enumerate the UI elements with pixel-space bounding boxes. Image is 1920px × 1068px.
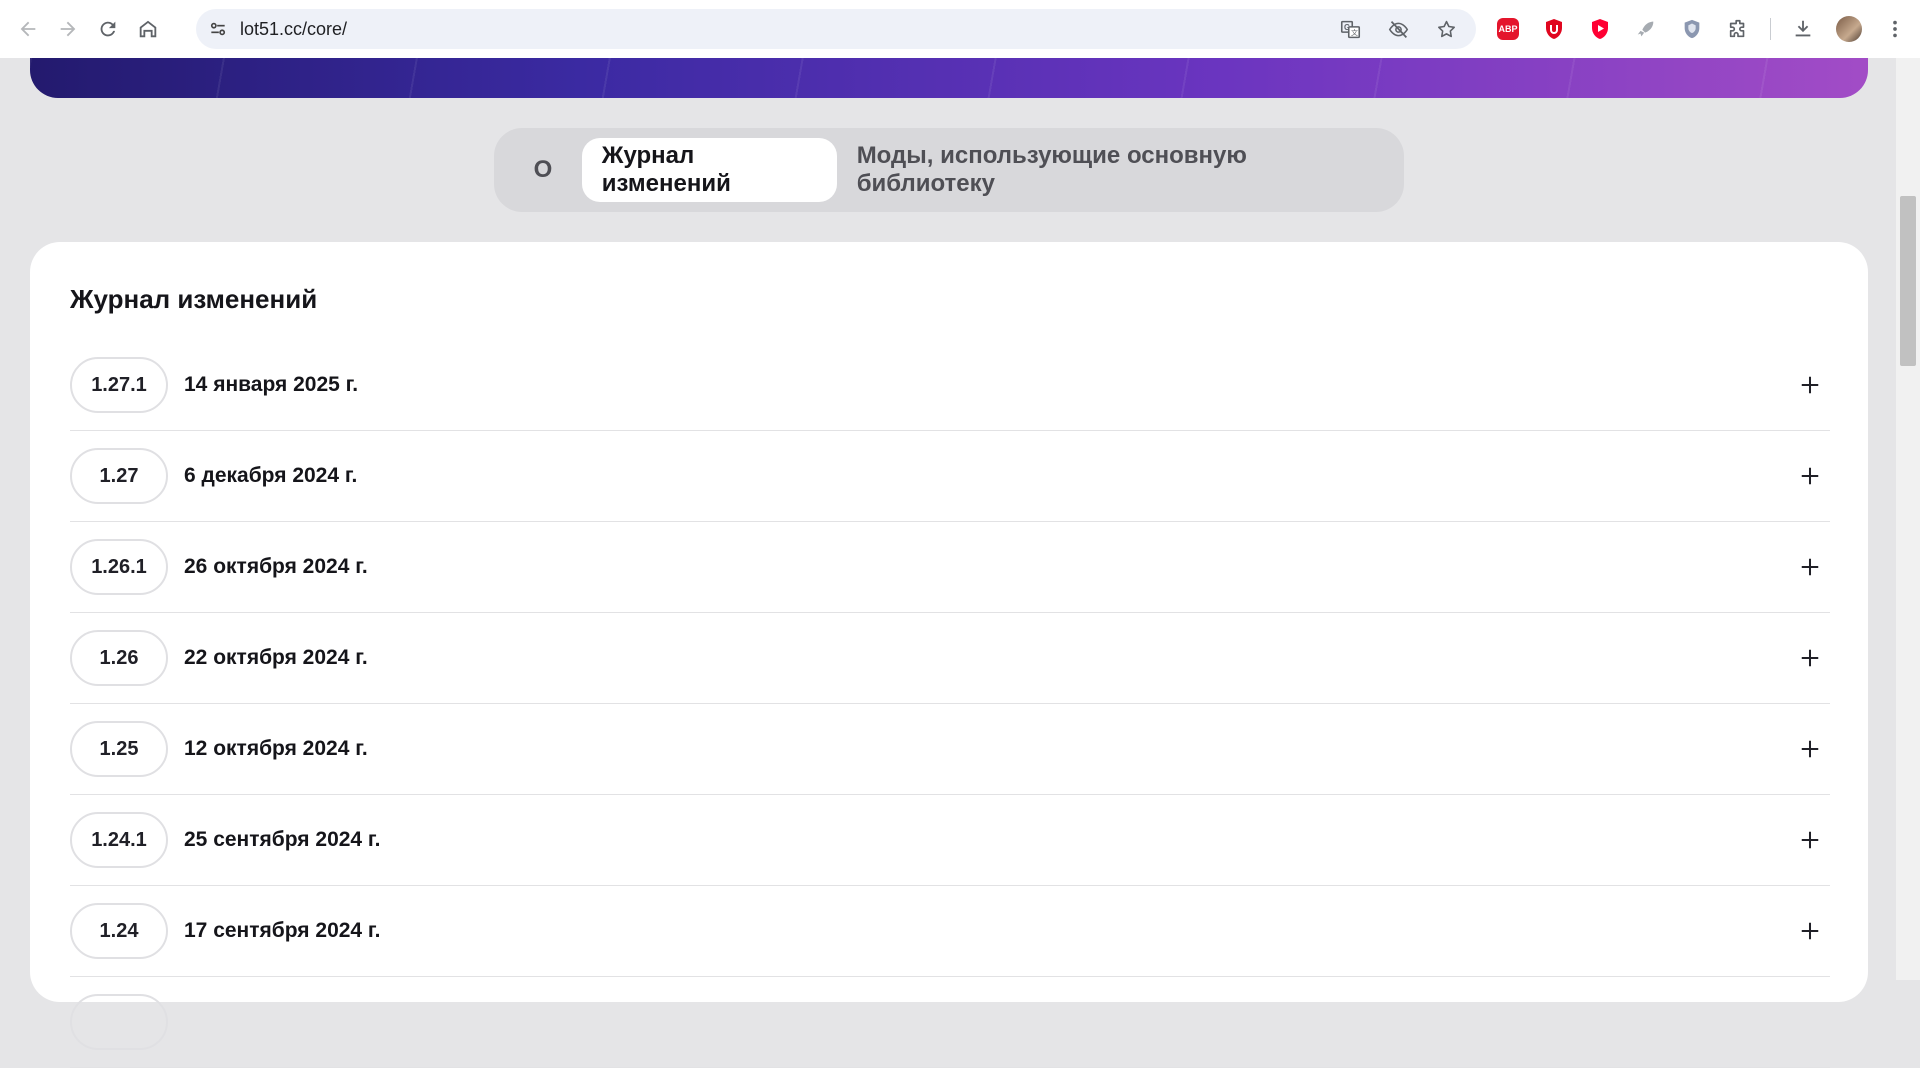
star-icon	[1437, 20, 1455, 37]
changelog-row[interactable]: 1.27 6 декабря 2024 г.	[70, 431, 1830, 522]
plus-icon	[1801, 649, 1819, 667]
abp-icon: ABP	[1497, 18, 1519, 40]
plus-icon	[1801, 376, 1819, 394]
download-icon	[1795, 20, 1811, 37]
extensions-area: ABP	[1488, 9, 1915, 49]
changelog-row[interactable]: 1.25 12 октября 2024 г.	[70, 704, 1830, 795]
banner-pattern	[30, 58, 1868, 98]
ublock-icon	[1546, 19, 1562, 39]
bookmark-button[interactable]	[1426, 9, 1466, 49]
release-date: 25 сентября 2024 г.	[184, 828, 381, 851]
extension-rocket[interactable]	[1626, 9, 1666, 49]
home-button[interactable]	[128, 9, 168, 49]
svg-text:文: 文	[1350, 28, 1357, 37]
reload-icon	[100, 21, 116, 37]
toolbar-separator	[1770, 18, 1771, 40]
profile-button[interactable]	[1829, 9, 1869, 49]
changelog-title: Журнал изменений	[70, 284, 318, 314]
release-date: 17 сентября 2024 г.	[184, 919, 381, 942]
plus-icon	[1801, 558, 1819, 576]
reload-button[interactable]	[88, 9, 128, 49]
expand-button[interactable]	[1790, 547, 1830, 587]
forward-button[interactable]	[48, 9, 88, 49]
expand-button[interactable]	[1790, 456, 1830, 496]
expand-button[interactable]	[1790, 820, 1830, 860]
changelog-row[interactable]: 1.27.1 14 января 2025 г.	[70, 340, 1830, 431]
translate-icon: G文	[1340, 20, 1360, 38]
extension-shield[interactable]	[1672, 9, 1712, 49]
translate-button[interactable]: G文	[1330, 9, 1370, 49]
downloads-button[interactable]	[1783, 9, 1823, 49]
extension-adblock-plus[interactable]: ABP	[1488, 9, 1528, 49]
changelog-row[interactable]: 1.24 17 сентября 2024 г.	[70, 886, 1830, 977]
shield-icon	[1684, 19, 1700, 39]
address-bar[interactable]: lot51.cc/core/ G文	[196, 9, 1476, 49]
changelog-row-partial[interactable]	[70, 977, 1830, 1068]
plus-icon	[1801, 922, 1819, 940]
version-badge	[70, 994, 168, 1050]
tab-about[interactable]: О	[504, 138, 582, 202]
forward-arrow-icon	[60, 21, 76, 37]
expand-button[interactable]	[1790, 729, 1830, 769]
hero-banner	[30, 58, 1868, 98]
release-date: 26 октября 2024 г.	[184, 555, 368, 578]
tab-mods-using-core[interactable]: Моды, использующие основную библиотеку	[837, 138, 1394, 202]
release-date: 14 января 2025 г.	[184, 373, 359, 396]
eye-off-icon	[1388, 20, 1408, 38]
site-settings-icon[interactable]	[200, 11, 236, 47]
expand-button[interactable]	[1790, 638, 1830, 678]
extensions-icon	[1729, 19, 1745, 38]
changelog-list: 1.27.1 14 января 2025 г. 1.27 6 декабря …	[70, 340, 1830, 1068]
kebab-menu-icon	[1893, 20, 1897, 38]
browser-toolbar: lot51.cc/core/ G文 ABP	[0, 0, 1920, 58]
back-arrow-icon	[20, 21, 36, 37]
version-badge: 1.27	[70, 448, 168, 504]
browser-menu-button[interactable]	[1875, 9, 1915, 49]
hide-button[interactable]	[1378, 9, 1418, 49]
version-badge: 1.26.1	[70, 539, 168, 595]
extensions-menu-button[interactable]	[1718, 9, 1758, 49]
changelog-card: Журнал изменений 1.27.1 14 января 2025 г…	[30, 242, 1868, 1068]
page-tabs: О Журнал изменений Моды, использующие ос…	[494, 128, 1404, 212]
changelog-row[interactable]: 1.26.1 26 октября 2024 г.	[70, 522, 1830, 613]
version-badge: 1.26	[70, 630, 168, 686]
version-badge: 1.24.1	[70, 812, 168, 868]
tab-changelog[interactable]: Журнал изменений	[581, 138, 837, 202]
release-date: 22 октября 2024 г.	[184, 646, 368, 669]
scrollbar-thumb[interactable]	[1900, 196, 1916, 366]
page-scrollbar[interactable]	[1896, 58, 1920, 980]
changelog-row[interactable]: 1.26 22 октября 2024 г.	[70, 613, 1830, 704]
rocket-icon	[1637, 21, 1654, 37]
version-badge: 1.25	[70, 721, 168, 777]
expand-button[interactable]	[1790, 365, 1830, 405]
release-date: 12 октября 2024 г.	[184, 737, 368, 760]
home-icon	[139, 20, 157, 38]
extension-youtube[interactable]	[1580, 9, 1620, 49]
release-date: 6 декабря 2024 г.	[184, 464, 358, 487]
extension-ublock[interactable]	[1534, 9, 1574, 49]
plus-icon	[1801, 831, 1819, 849]
plus-icon	[1801, 740, 1819, 758]
version-badge: 1.24	[70, 903, 168, 959]
youtube-shield-icon	[1592, 19, 1608, 39]
version-badge: 1.27.1	[70, 357, 168, 413]
url-text[interactable]: lot51.cc/core/	[240, 19, 1330, 40]
changelog-row[interactable]: 1.24.1 25 сентября 2024 г.	[70, 795, 1830, 886]
back-button[interactable]	[8, 9, 48, 49]
plus-icon	[1801, 467, 1819, 485]
avatar	[1836, 16, 1862, 42]
expand-button[interactable]	[1790, 911, 1830, 951]
